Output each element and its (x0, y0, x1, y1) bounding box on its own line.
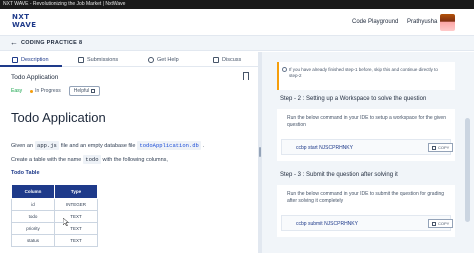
db-file-code: todoApplication.db (137, 141, 201, 150)
question-meta: Easy In Progress Helpful (11, 86, 101, 96)
helpful-label: Helpful (73, 88, 90, 94)
app-js-code: app.js (35, 141, 59, 150)
table-title: Todo Table (11, 170, 40, 176)
status-text: In Progress (35, 88, 61, 94)
logo-text-line2: WAVE (12, 21, 37, 29)
table-cell: priority (11, 222, 55, 235)
copy-icon (432, 221, 436, 226)
nxtwave-logo[interactable]: NXT WAVE (12, 13, 42, 32)
info-note: If you have already finished step-1 befo… (277, 62, 455, 90)
window-title-bar: NXT WAVE - Revolutionizing the Job Marke… (0, 0, 474, 9)
info-icon (282, 67, 287, 72)
description-paragraph-2: Create a table with the name todo with t… (11, 155, 168, 164)
question-heading: Todo Application (11, 110, 106, 125)
copy-label: COPY (438, 145, 450, 150)
tab-discuss[interactable]: Discuss (213, 52, 241, 67)
step-2-copy-button[interactable]: COPY (428, 143, 454, 152)
helpful-button[interactable]: Helpful (68, 86, 101, 96)
table-cell: id (11, 198, 55, 211)
step-3-card: Run the below command in your IDE to sub… (277, 185, 455, 237)
active-tab-indicator (0, 65, 62, 67)
step-3-command-box: ccbp submit NJSCPRHNKY COPY (281, 215, 454, 231)
bookmark-icon[interactable] (243, 72, 249, 80)
thumbs-up-icon (91, 89, 96, 93)
column-header: Column (11, 184, 55, 199)
table-cell: status (11, 234, 55, 247)
instructions-panel: If you have already finished step-1 befo… (262, 52, 474, 253)
description-paragraph-1: Given an app.js file and an empty databa… (11, 141, 204, 150)
user-avatar[interactable] (440, 14, 455, 31)
chat-icon (213, 56, 219, 63)
list-icon (78, 56, 84, 63)
todo-schema-table: Column Type id INTEGER todo TEXT priorit… (11, 184, 98, 247)
question-title: Todo Application (11, 74, 59, 81)
p2-text-start: Create a table with the name (11, 156, 82, 163)
user-name[interactable]: Prathyusha (407, 19, 437, 25)
table-cell: TEXT (54, 234, 98, 247)
practice-title: CODING PRACTICE 8 (21, 40, 83, 46)
tab-get-help-label: Get Help (157, 56, 179, 63)
table-row: todo TEXT (11, 210, 98, 223)
document-icon (12, 56, 18, 63)
table-name-code: todo (83, 155, 101, 164)
table-row: id INTEGER (11, 198, 98, 211)
step-2-command-box: ccbp start NJSCPRHNKY COPY (281, 139, 454, 155)
tab-get-help[interactable]: Get Help (148, 52, 179, 67)
question-panel: Todo Application Easy In Progress Helpfu… (0, 68, 258, 253)
question-tabs: Description Submissions Get Help Discuss (0, 52, 258, 67)
mouse-cursor-icon (63, 218, 69, 226)
step-2-description: Run the below command in your IDE to set… (287, 115, 446, 128)
type-header: Type (54, 184, 98, 199)
table-cell: TEXT (54, 210, 98, 223)
p1-text-end: . (202, 142, 205, 149)
tab-submissions[interactable]: Submissions (78, 52, 118, 67)
code-playground-link[interactable]: Code Playground (352, 19, 398, 25)
step-3-title: Step - 3 : Submit the question after sol… (280, 172, 398, 178)
table-header-row: Column Type (11, 184, 98, 199)
logo-text-line1: NXT (12, 13, 30, 21)
table-cell: INTEGER (54, 198, 98, 211)
tab-discuss-label: Discuss (222, 56, 242, 63)
vertical-scrollbar[interactable] (465, 118, 470, 222)
tab-submissions-label: Submissions (87, 56, 119, 63)
help-icon (148, 56, 154, 63)
step-3-copy-button[interactable]: COPY (428, 219, 454, 228)
step-3-command[interactable]: ccbp submit NJSCPRHNKY (296, 221, 358, 227)
step-2-card: Run the below command in your IDE to set… (277, 109, 455, 161)
practice-header: ← CODING PRACTICE 8 (0, 36, 474, 51)
p1-text-start: Given an (11, 142, 34, 149)
tab-description-label: Description (21, 56, 49, 63)
status-dot-icon (30, 89, 34, 93)
p2-text-end: with the following columns, (102, 156, 168, 163)
table-cell: todo (11, 210, 55, 223)
step-2-title: Step - 2 : Setting up a Workspace to sol… (280, 96, 427, 102)
top-navbar: NXT WAVE Code Playground Prathyusha (0, 9, 474, 36)
table-row: priority TEXT (11, 222, 98, 235)
copy-label: COPY (438, 221, 450, 226)
p1-text-mid: file and an empty database file (60, 142, 136, 149)
difficulty-badge: Easy (11, 88, 23, 94)
step-3-description: Run the below command in your IDE to sub… (287, 191, 445, 204)
table-row: status TEXT (11, 234, 98, 247)
table-cell: TEXT (54, 222, 98, 235)
info-note-text: If you have already finished step-1 befo… (289, 67, 438, 78)
back-arrow-icon[interactable]: ← (10, 38, 18, 48)
copy-icon (432, 145, 436, 150)
step-2-command[interactable]: ccbp start NJSCPRHNKY (296, 145, 353, 151)
window-title: NXT WAVE - Revolutionizing the Job Marke… (3, 1, 126, 7)
